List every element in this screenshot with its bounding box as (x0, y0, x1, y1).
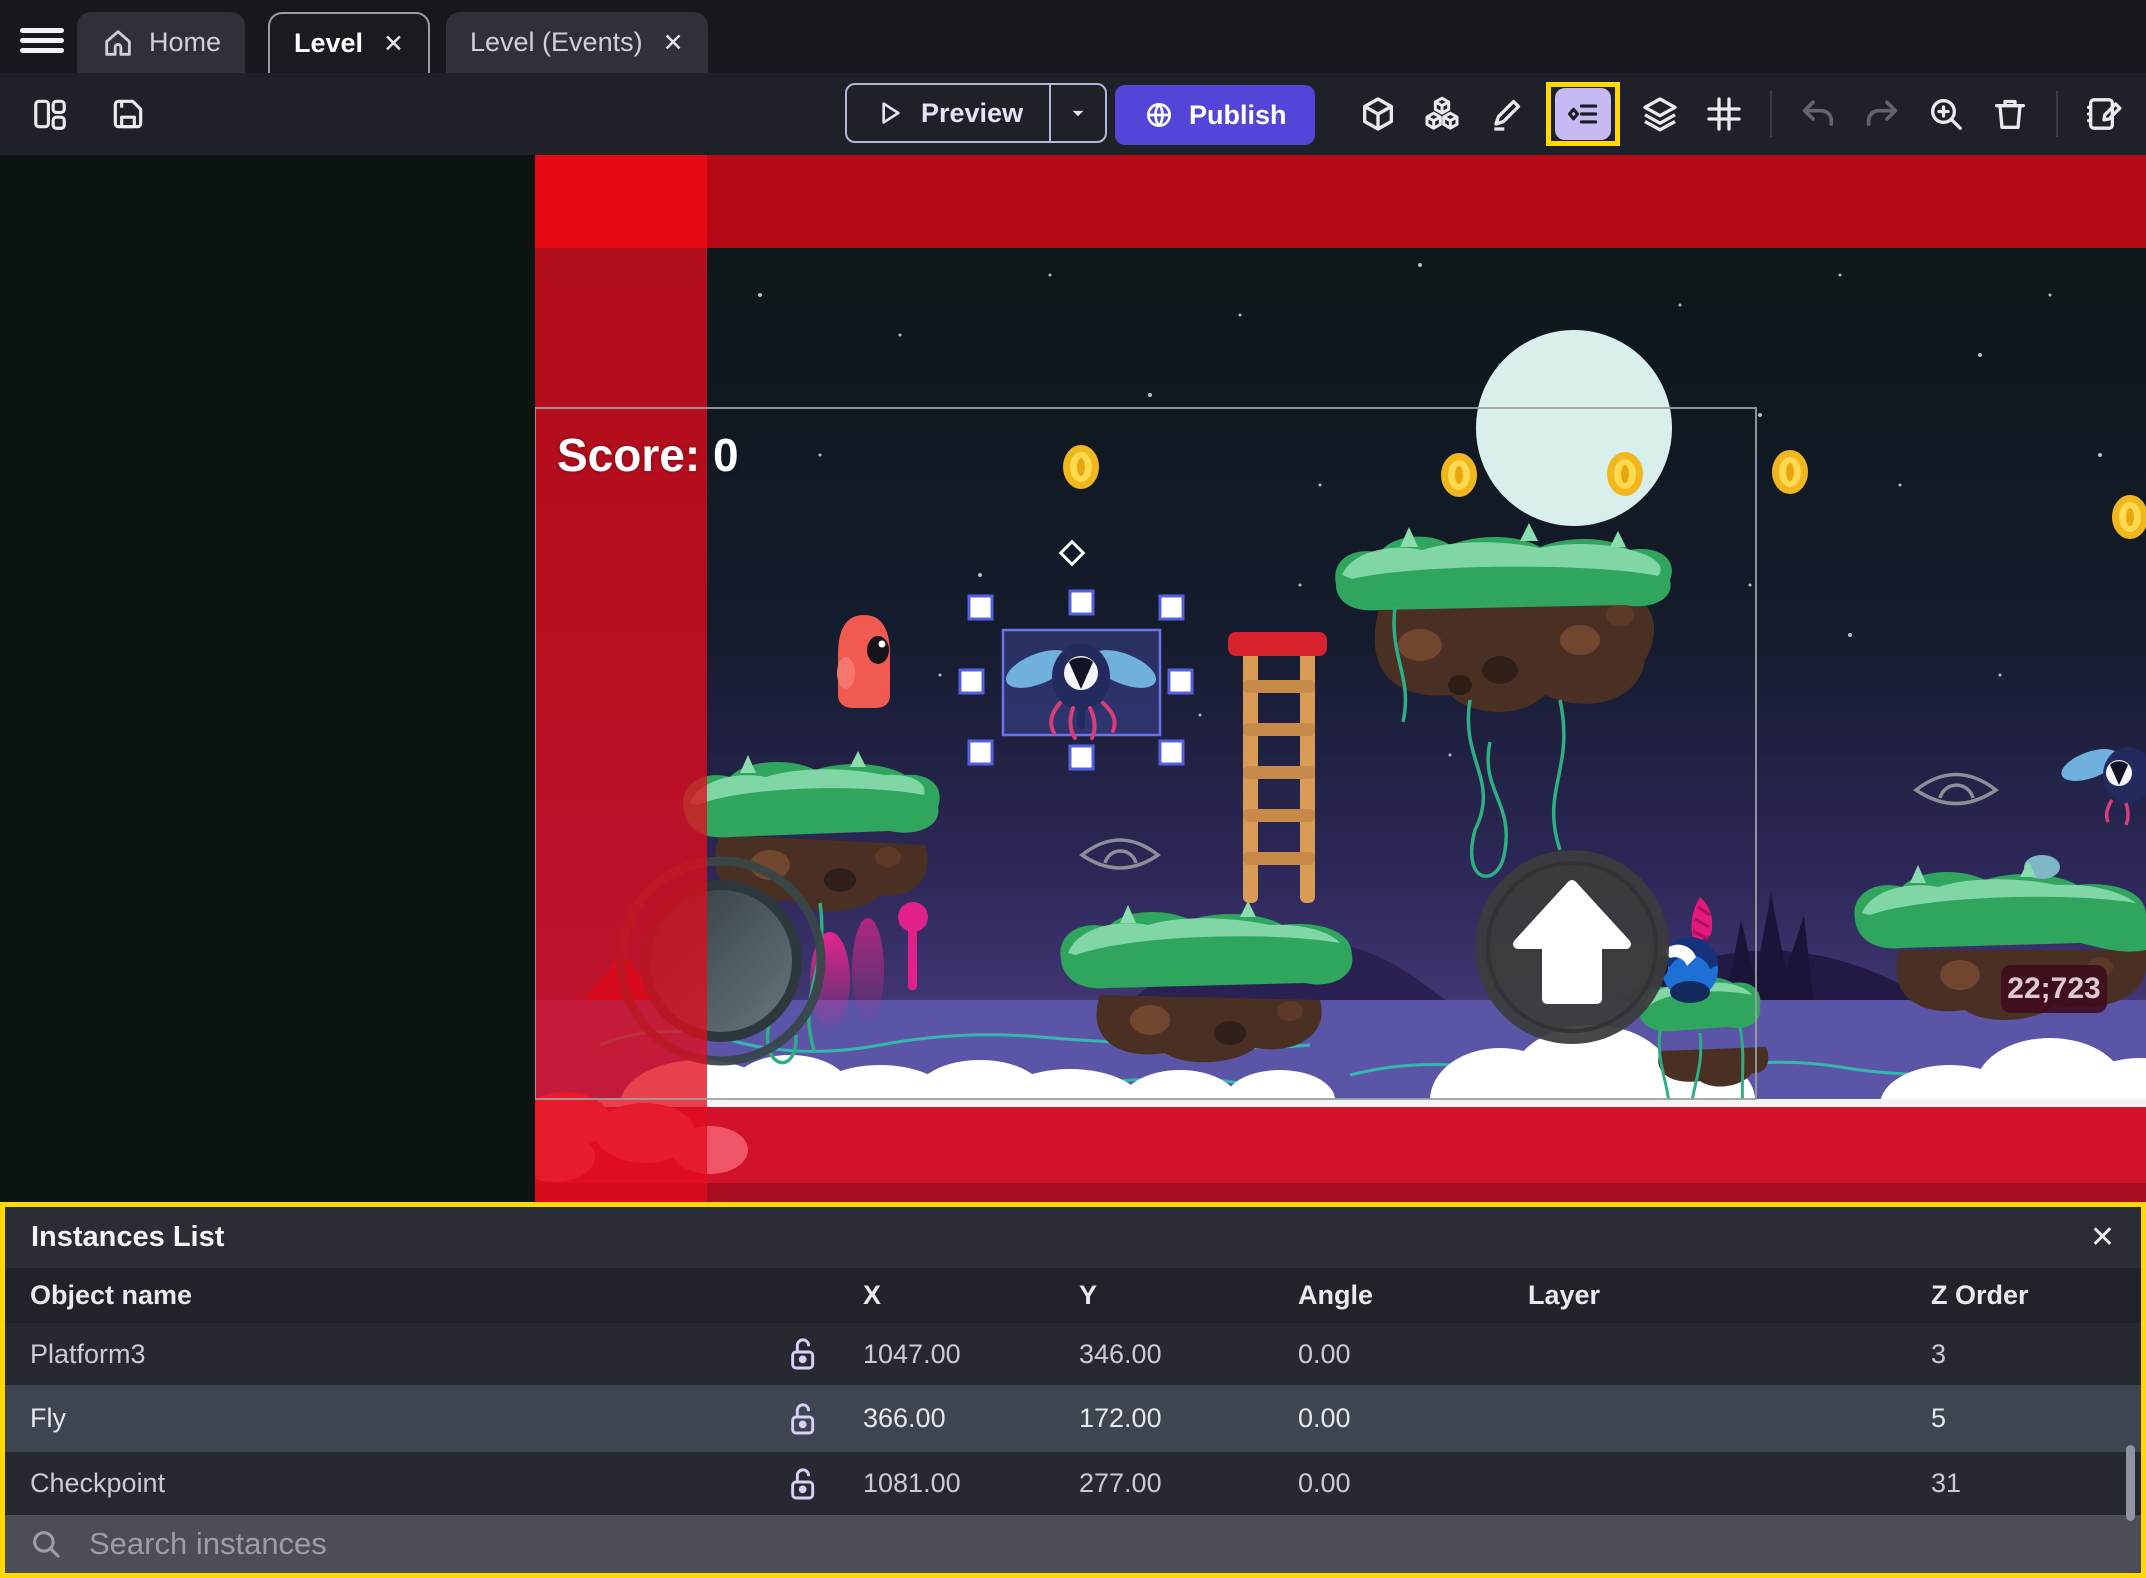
score-text: Score: 0 (557, 429, 739, 481)
toolbar-separator (1770, 91, 1772, 137)
red-ground-dark (535, 1183, 2146, 1202)
instances-panel-header: Instances List ✕ (5, 1207, 2141, 1268)
object-groups-icon[interactable] (1418, 90, 1466, 138)
play-icon (882, 102, 900, 124)
player-character[interactable] (837, 615, 890, 708)
tab-level-events-close-icon[interactable]: ✕ (657, 28, 684, 58)
search-instances-input[interactable] (87, 1525, 2117, 1563)
ground-stripe (535, 1099, 2146, 1108)
jump-button[interactable] (1475, 850, 1669, 1044)
unlock-icon[interactable] (740, 1401, 863, 1437)
tab-level-events-label: Level (Events) (470, 27, 643, 57)
panel-scrollbar[interactable] (2126, 1445, 2135, 1521)
edit-pencil-icon[interactable] (1482, 90, 1530, 138)
cursor-coordinates-badge: 22;723 (2001, 965, 2107, 1013)
scene-render[interactable] (535, 155, 2146, 1202)
fly-enemy-selected[interactable] (1001, 628, 1162, 740)
preview-button[interactable]: Preview (847, 85, 1049, 141)
instances-list-icon-highlighted[interactable] (1546, 82, 1620, 146)
publish-button[interactable]: Publish (1115, 85, 1315, 145)
edit-scene-properties-icon[interactable] (2080, 90, 2128, 138)
redo-icon[interactable] (1858, 90, 1906, 138)
home-icon (105, 29, 131, 56)
unlock-icon[interactable] (740, 1336, 863, 1372)
search-instances-bar (5, 1515, 2141, 1573)
tab-level-events[interactable]: Level (Events) ✕ (446, 12, 708, 73)
instances-list-icon (1555, 88, 1611, 140)
preview-button-group: Preview (845, 83, 1108, 143)
gdevelop-editor-window: Home Level ✕ Level (Events) ✕ Preview Pu… (0, 0, 2146, 1578)
publish-label: Publish (1189, 99, 1287, 130)
col-y: Y (1079, 1280, 1098, 1310)
unlock-icon[interactable] (740, 1466, 863, 1502)
chevron-down-icon (1072, 110, 1084, 117)
layers-icon[interactable] (1636, 90, 1684, 138)
scene-editor-canvas[interactable]: Score: 0 22;723 (0, 155, 2146, 1202)
close-icon[interactable]: ✕ (2090, 1220, 2115, 1255)
instance-row-platform3[interactable]: Platform3 1047.00 346.00 0.00 3 (5, 1323, 2141, 1385)
instances-list-panel: Instances List ✕ Object name X Y Angle L… (0, 1202, 2146, 1578)
col-layer: Layer (1528, 1280, 1601, 1310)
red-band-top-left (535, 155, 707, 248)
red-band-left (535, 248, 707, 1202)
col-object-name: Object name (30, 1280, 193, 1310)
tab-level-label: Level (294, 28, 364, 58)
globe-icon (1147, 103, 1171, 127)
col-x: X (863, 1280, 882, 1310)
col-angle: Angle (1298, 1280, 1374, 1310)
tab-level[interactable]: Level ✕ (268, 12, 430, 73)
instances-panel-title: Instances List (31, 1221, 225, 1253)
red-band-top (707, 155, 2146, 248)
tab-home[interactable]: Home (77, 12, 246, 73)
objects-panel-icon[interactable] (1354, 90, 1402, 138)
tab-home-label: Home (149, 27, 222, 57)
preview-label: Preview (921, 97, 1024, 128)
tab-bar: Home Level ✕ Level (Events) ✕ (0, 0, 2146, 73)
trash-icon[interactable] (1986, 90, 2034, 138)
col-z-order: Z Order (1931, 1280, 2029, 1310)
moon[interactable] (1476, 330, 1672, 526)
zoom-in-icon[interactable] (1922, 90, 1970, 138)
grid-icon[interactable] (1700, 90, 1748, 138)
toolbar-separator (2056, 91, 2058, 137)
toolbar: Preview Publish (0, 73, 2146, 155)
instances-table-header: Object name X Y Angle Layer Z Order (5, 1268, 2141, 1323)
preview-options-caret[interactable] (1049, 85, 1105, 141)
toggle-panels-icon[interactable] (26, 90, 74, 138)
search-icon (33, 1531, 60, 1558)
instance-row-checkpoint[interactable]: Checkpoint 1081.00 277.00 0.00 31 (5, 1452, 2141, 1515)
save-icon[interactable] (104, 90, 152, 138)
main-menu-icon[interactable] (20, 28, 64, 54)
undo-icon[interactable] (1794, 90, 1842, 138)
instance-row-fly-selected[interactable]: Fly 366.00 172.00 0.00 5 (5, 1385, 2141, 1452)
tab-level-close-icon[interactable]: ✕ (377, 29, 404, 59)
